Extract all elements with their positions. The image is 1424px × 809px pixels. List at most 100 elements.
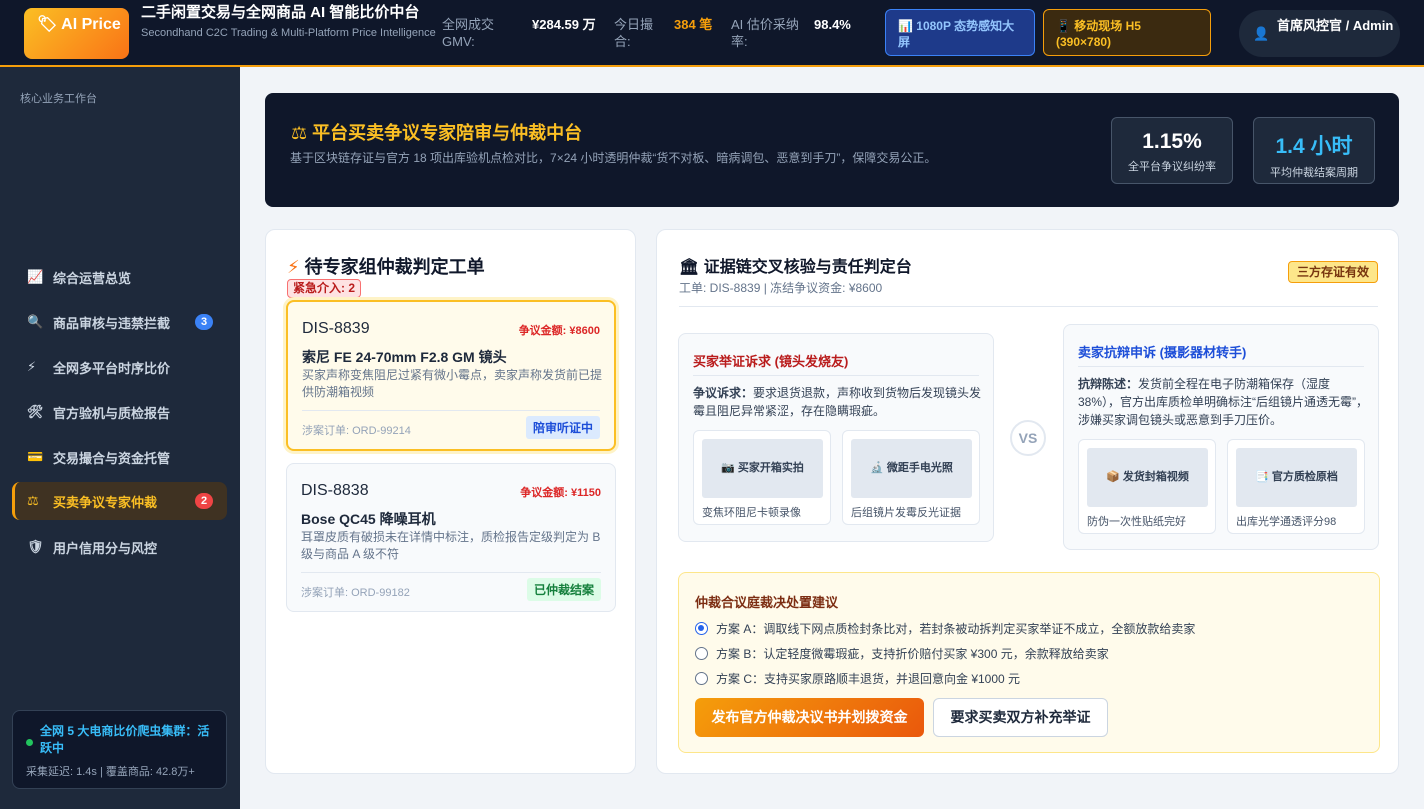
certification-badge: 三方存证有效 — [1287, 261, 1378, 283]
sidebar-item-credit[interactable]: 🛡 用户信用分与风控 — [12, 528, 227, 566]
verdict-option-label: 方案 B：认定轻度微霉瑕疵，支持折价赔付买家 ¥300 元，余款释放给卖家 — [716, 647, 1109, 661]
arbitration-count-badge: 2 — [195, 493, 213, 509]
radio-icon[interactable] — [695, 647, 708, 660]
scales-icon: ⚖ — [27, 493, 39, 508]
evidence-thumbnail: 📦 发货封箱视频 — [1087, 448, 1208, 507]
user-menu[interactable]: 👤 首席风控官 / Admin — [1239, 10, 1400, 57]
pending-tickets-panel: ⚡ 待专家组仲裁判定工单 紧急介入: 2 DIS-8839 争议金额: ¥860… — [265, 229, 636, 774]
chart-icon: 📈 — [27, 269, 44, 284]
ticket-card-dis-8838[interactable]: DIS-8838 争议金额: ¥1150 Bose QC45 降噪耳机 耳罩皮质… — [286, 463, 616, 612]
shield-icon: 🛡 — [27, 539, 44, 554]
seller-evidence-item[interactable]: 📦 发货封箱视频 防伪一次性贴纸完好 — [1078, 439, 1216, 534]
arbitration-hero-banner: ⚖ 平台买卖争议专家陪审与仲裁中台 基于区块链存证与官方 18 项出库验机点检对… — [265, 93, 1399, 207]
evidence-caption: 后组镜片发霉反光证据 — [851, 507, 961, 519]
sidebar-item-price-compare[interactable]: ⚡ 全网多平台时序比价 — [12, 348, 227, 386]
card-icon: 💳 — [27, 449, 44, 464]
buyer-claim-label: 争议诉求： — [693, 386, 754, 400]
lightning-icon: ⚡ — [27, 359, 37, 374]
ticket-description: 耳罩皮质有破损未在详情中标注，质检报告定级判定为 B 级与商品 A 级不符 — [301, 530, 601, 561]
divider — [1078, 366, 1364, 367]
divider — [693, 375, 979, 376]
verdict-panel: 仲裁合议庭裁决处置建议 方案 A：调取线下网点质检封条比对，若封条被动拆判定买家… — [678, 572, 1380, 753]
mobile-h5-button[interactable]: 📱 移动现场 H5 (390×780) — [1043, 9, 1211, 56]
urgent-badge: 紧急介入: 2 — [287, 279, 362, 298]
seller-evidence-item[interactable]: 📑 官方质检原档 出库光学通透评分98 — [1227, 439, 1365, 534]
seller-defense-label: 抗辩陈述： — [1078, 377, 1139, 391]
review-count-badge: 3 — [195, 314, 213, 330]
ticket-product: 索尼 FE 24-70mm F2.8 GM 镜头 — [302, 349, 507, 365]
kpi-label: 平均仲裁结案周期 — [1270, 167, 1358, 179]
sidebar-item-review[interactable]: 🔍 商品审核与违禁拦截 3 — [12, 303, 227, 341]
user-name: 首席风控官 / Admin — [1277, 18, 1394, 33]
kpi-value: 1.15% — [1142, 130, 1202, 153]
crawler-status-title: 全网 5 大电商比价爬虫集群：活跃中 — [40, 724, 210, 755]
buyer-claim-text: 争议诉求：要求退货退款，声称收到货物后发现镜头发霉且阻尼异常紧涩，存在隐瞒瑕疵。 — [693, 384, 983, 420]
tickets-title: 待专家组仲裁判定工单 — [304, 257, 485, 277]
verdict-title: 仲裁合议庭裁决处置建议 — [695, 595, 839, 610]
buyer-claim-title: 买家举证诉求 (镜头发烧友) — [693, 354, 849, 369]
verdict-option-c[interactable]: 方案 C：支持买家原路顺丰退货，并退回意向金 ¥1000 元 — [695, 670, 1020, 687]
stat-ai-rate-value: 98.4% — [814, 17, 851, 32]
sidebar-item-escrow[interactable]: 💳 交易撮合与资金托管 — [12, 438, 227, 476]
stat-matches-label: 今日撮 合: — [614, 17, 654, 49]
ticket-card-dis-8839[interactable]: DIS-8839 争议金额: ¥8600 索尼 FE 24-70mm F2.8 … — [286, 300, 616, 451]
evidence-caption: 防伪一次性贴纸完好 — [1087, 516, 1186, 528]
brand: 二手闲置交易与全网商品 AI 智能比价中台 Secondhand C2C Tra… — [141, 4, 441, 42]
verdict-option-label: 方案 A：调取线下网点质检封条比对，若封条被动拆判定买家举证不成立，全额放款给卖… — [716, 622, 1196, 636]
kpi-value: 1.4 小时 — [1275, 135, 1353, 158]
sidebar-item-label: 商品审核与违禁拦截 — [53, 315, 171, 331]
ticket-amount: 争议金额: ¥1150 — [520, 487, 601, 499]
top-bar: 🏷 AI Price 二手闲置交易与全网商品 AI 智能比价中台 Secondh… — [0, 0, 1424, 67]
stat-ai-rate-label: AI 估价采纳 率: — [731, 17, 799, 49]
sidebar-item-label: 用户信用分与风控 — [53, 540, 158, 556]
evidence-verification-panel: 🏛 证据链交叉核验与责任判定台 工单: DIS-8839 | 冻结争议资金: ¥… — [656, 229, 1399, 774]
app-logo[interactable]: 🏷 AI Price — [24, 8, 129, 59]
request-evidence-button[interactable]: 要求买卖双方补充举证 — [933, 698, 1108, 737]
buyer-evidence-item[interactable]: 🔬 微距手电光照 后组镜片发霉反光证据 — [842, 430, 980, 525]
search-icon: 🔍 — [27, 314, 44, 329]
tools-icon: 🛠 — [27, 404, 44, 419]
sidebar-item-arbitration[interactable]: ⚖ 买卖争议专家仲裁 2 — [12, 482, 227, 520]
status-dot-icon — [26, 739, 33, 746]
stat-gmv-value: ¥284.59 万 — [532, 17, 596, 32]
app-subtitle: Secondhand C2C Trading & Multi-Platform … — [141, 27, 436, 39]
seller-defense-title: 卖家抗辩申诉 (摄影器材转手) — [1078, 345, 1247, 360]
divider — [679, 306, 1378, 307]
verdict-option-a[interactable]: 方案 A：调取线下网点质检封条比对，若封条被动拆判定买家举证不成立，全额放款给卖… — [695, 620, 1195, 637]
sidebar-item-label: 综合运营总览 — [53, 270, 132, 286]
buyer-evidence-item[interactable]: 📷 买家开箱实拍 变焦环阻尼卡顿录像 — [693, 430, 831, 525]
ticket-amount: 争议金额: ¥8600 — [518, 325, 600, 337]
radio-icon[interactable] — [695, 672, 708, 685]
ticket-status-badge: 已仲裁结案 — [526, 578, 601, 601]
evidence-caption: 变焦环阻尼卡顿录像 — [702, 507, 801, 519]
versus-icon: VS — [1010, 420, 1046, 456]
publish-verdict-button[interactable]: 发布官方仲裁决议书并划拨资金 — [695, 698, 924, 737]
ticket-id: DIS-8838 — [301, 482, 369, 499]
tickets-heading: ⚡ 待专家组仲裁判定工单 — [287, 253, 485, 279]
dashboard-screen-button[interactable]: 📊 1080P 态势感知大屏 — [885, 9, 1035, 56]
evidence-title: 🏛 证据链交叉核验与责任判定台 — [679, 259, 912, 276]
seller-defense-text: 抗辩陈述：发货前全程在电子防潮箱保存（湿度38%），官方出库质检单明确标注“后组… — [1078, 375, 1368, 429]
ticket-order: 涉案订单: ORD-99214 — [302, 425, 411, 437]
sidebar-item-label: 官方验机与质检报告 — [53, 405, 171, 421]
ticket-status-badge: 陪审听证中 — [525, 416, 600, 439]
lightning-icon: ⚡ — [287, 257, 300, 277]
kpi-avg-cycle: 1.4 小时 平均仲裁结案周期 — [1253, 117, 1375, 184]
evidence-thumbnail: 📷 买家开箱实拍 — [702, 439, 823, 498]
ticket-product: Bose QC45 降噪耳机 — [301, 511, 436, 527]
page-description: 基于区块链存证与官方 18 项出库验机点检对比，7×24 小时透明仲裁“货不对板… — [290, 151, 937, 165]
ticket-id: DIS-8839 — [302, 320, 370, 337]
verdict-option-b[interactable]: 方案 B：认定轻度微霉瑕疵，支持折价赔付买家 ¥300 元，余款释放给卖家 — [695, 645, 1109, 662]
evidence-caption: 出库光学通透评分98 — [1236, 516, 1337, 528]
stat-matches-value: 384 笔 — [674, 17, 713, 32]
sidebar-item-inspection[interactable]: 🛠 官方验机与质检报告 — [12, 393, 227, 431]
divider — [301, 572, 601, 573]
sidebar-item-overview[interactable]: 📈 综合运营总览 — [12, 258, 227, 296]
sidebar-item-label: 交易撮合与资金托管 — [53, 450, 171, 466]
stat-gmv-label: 全网成交 GMV: — [442, 17, 495, 49]
radio-selected-icon[interactable] — [695, 622, 708, 635]
divider — [302, 410, 600, 411]
evidence-thumbnail: 📑 官方质检原档 — [1236, 448, 1357, 507]
ticket-description: 买家声称变焦阻尼过紧有微小霉点，卖家声称发货前已提供防潮箱视频 — [302, 368, 603, 399]
evidence-thumbnail: 🔬 微距手电光照 — [851, 439, 972, 498]
